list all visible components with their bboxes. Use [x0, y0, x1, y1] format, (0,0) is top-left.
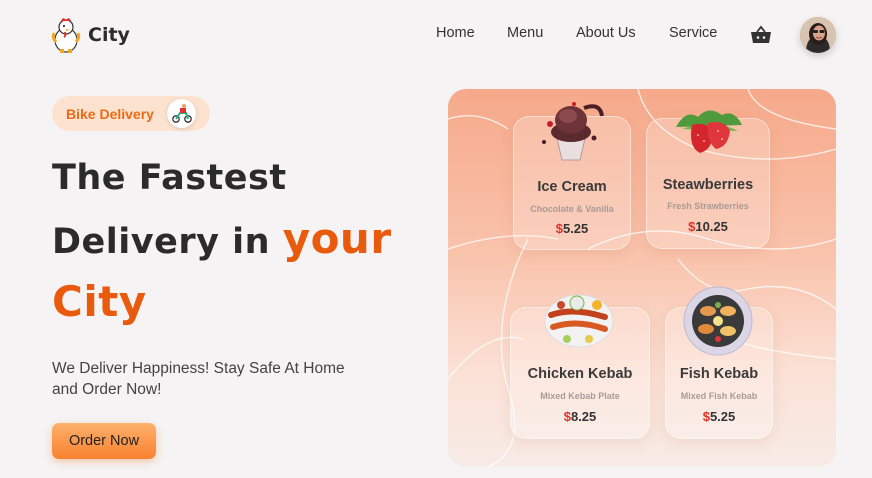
card-name: Fish Kebab [679, 366, 759, 382]
nav-service-link[interactable]: Service [669, 25, 717, 41]
hero-title-plain: Delivery in [52, 222, 271, 262]
scooter-icon [167, 99, 196, 128]
nav-about-link[interactable]: About Us [576, 25, 636, 41]
brand-logo[interactable]: City [50, 16, 130, 54]
card-name: Steawberries [662, 177, 754, 193]
hero-title-line3: City [52, 277, 147, 326]
brand-name: City [88, 24, 130, 46]
fish-plate-icon [682, 285, 754, 361]
hero-title-accent: your [282, 214, 392, 263]
card-desc: Chocolate & Vanilla [530, 204, 614, 214]
badge-label: Bike Delivery [66, 105, 154, 122]
bike-delivery-badge: Bike Delivery [52, 96, 210, 131]
nav-home-link[interactable]: Home [436, 25, 475, 41]
card-price: $10.25 [688, 219, 728, 234]
nav-menu-link[interactable]: Menu [507, 25, 543, 41]
kebab-plate-icon [543, 289, 615, 353]
card-name: Chicken Kebab [527, 366, 633, 382]
order-now-button[interactable]: Order Now [52, 423, 156, 459]
chicken-logo-icon [50, 16, 82, 54]
hero-tagline: We Deliver Happiness! Stay Safe At Home … [52, 360, 345, 398]
card-name: Ice Cream [537, 179, 607, 195]
ice-cream-icon [536, 94, 606, 170]
basket-icon[interactable] [750, 25, 772, 45]
user-avatar[interactable] [800, 17, 836, 53]
card-price: $5.25 [702, 409, 736, 424]
hero-title-city: City [52, 277, 147, 326]
strawberry-icon [672, 103, 744, 159]
card-desc: Mixed Kebab Plate [540, 391, 620, 401]
hero-title-line2: Delivery in your [52, 214, 392, 263]
card-price: $5.25 [555, 221, 589, 236]
hero-title-line1: The Fastest [52, 158, 287, 198]
menu-showcase-panel: Ice Cream Chocolate & Vanilla $5.25 Stea… [448, 89, 836, 467]
card-desc: Mixed Fish Kebab [680, 391, 758, 401]
card-desc: Fresh Strawberries [667, 201, 749, 211]
card-price: $8.25 [563, 409, 597, 424]
